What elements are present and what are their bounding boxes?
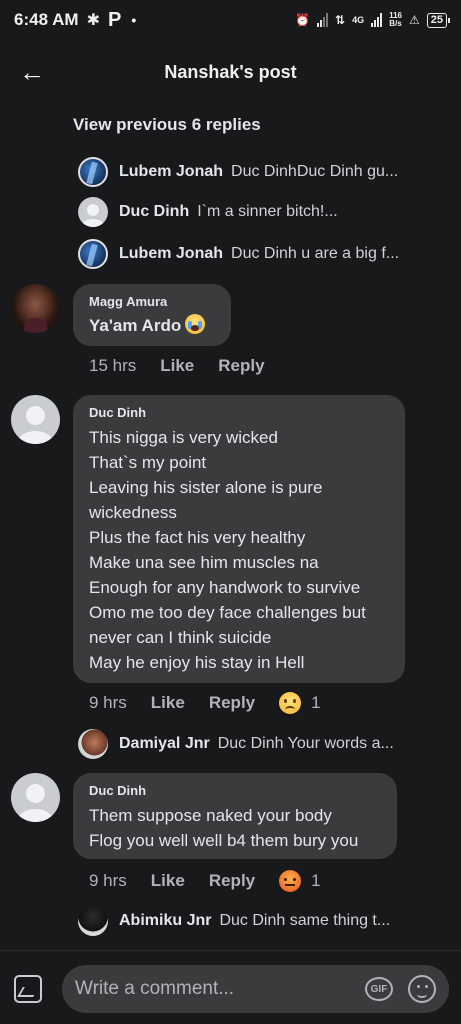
avatar[interactable]	[78, 239, 108, 269]
reply-preview[interactable]: Lubem Jonah Duc DinhDuc Dinh gu...	[78, 157, 448, 187]
comment-time: 9 hrs	[89, 693, 127, 712]
reply-preview[interactable]: Damiyal Jnr Duc Dinh Your words a...	[78, 729, 448, 759]
page-title: Nanshak's post	[164, 61, 297, 82]
signal-icon-2	[371, 13, 383, 27]
comment-actions: 9 hrs Like Reply 1	[89, 869, 321, 893]
reply-author[interactable]: Abimiku Jnr	[119, 912, 211, 930]
avatar[interactable]	[78, 906, 108, 936]
reply-snippet: I`m a sinner bitch!...	[197, 203, 338, 220]
crying-emoji-icon	[185, 314, 206, 334]
status-icons: ⏰ ⇅ 4G 116 B/s ⚠ 25	[295, 0, 451, 40]
back-arrow-icon[interactable]: ←	[16, 56, 48, 88]
reply-button[interactable]: Reply	[218, 356, 264, 376]
avatar[interactable]	[11, 395, 60, 444]
notification-dot: •	[131, 12, 137, 28]
net-speed-unit: B/s	[389, 19, 402, 28]
reaction-summary[interactable]: 1	[279, 692, 321, 714]
comment-composer: GIF	[0, 950, 461, 1024]
comment-author[interactable]: Duc Dinh	[89, 405, 389, 420]
avatar[interactable]	[78, 729, 108, 759]
comment-author[interactable]: Duc Dinh	[89, 783, 381, 798]
reply-button[interactable]: Reply	[209, 693, 255, 713]
gear-icon: ✱	[86, 12, 100, 29]
reaction-summary[interactable]: 1	[279, 870, 321, 892]
comment-bubble[interactable]: Magg Amura Ya'am Ardo	[73, 284, 231, 346]
battery-icon: 25	[426, 12, 451, 28]
parking-icon: P	[107, 8, 122, 31]
comment-time: 9 hrs	[89, 871, 127, 890]
reply-snippet: Duc Dinh Your words a...	[217, 735, 394, 752]
comment-bubble[interactable]: Duc Dinh Them suppose naked your body Fl…	[73, 773, 397, 859]
comment-author[interactable]: Magg Amura	[89, 294, 215, 309]
like-button[interactable]: Like	[151, 693, 185, 713]
avatar[interactable]	[78, 157, 108, 187]
reply-snippet: Duc DinhDuc Dinh gu...	[231, 163, 399, 180]
reaction-count: 1	[311, 871, 321, 890]
avatar[interactable]	[11, 284, 60, 333]
status-time: 6:48 AM	[14, 10, 79, 29]
reply-preview[interactable]: Duc Dinh I`m a sinner bitch!...	[78, 197, 448, 227]
battery-level: 25	[430, 13, 443, 26]
reply-author[interactable]: Lubem Jonah	[119, 163, 223, 181]
reply-snippet: Duc Dinh same thing t...	[219, 912, 391, 929]
reaction-count: 1	[311, 693, 321, 712]
comment-actions: 9 hrs Like Reply 1	[89, 691, 321, 715]
comment-time: 15 hrs	[89, 356, 137, 375]
view-previous-replies-link[interactable]: View previous 6 replies	[73, 115, 261, 135]
reply-author[interactable]: Damiyal Jnr	[119, 735, 210, 753]
header: ← Nanshak's post	[0, 48, 461, 96]
data-arrows-icon: ⇅	[335, 13, 346, 27]
like-button[interactable]: Like	[151, 871, 185, 891]
signal-icon	[317, 13, 328, 27]
status-bar: 6:48 AM ✱ P • ⏰ ⇅ 4G 116 B/s ⚠ 25	[0, 0, 461, 40]
photo-gallery-icon[interactable]	[14, 975, 42, 1003]
comment-text: This nigga is very wicked That`s my poin…	[89, 428, 366, 672]
reply-preview[interactable]: Abimiku Jnr Duc Dinh same thing t...	[78, 906, 448, 936]
avatar[interactable]	[11, 773, 60, 822]
reply-snippet: Duc Dinh u are a big f...	[231, 245, 400, 262]
net-speed: 116 B/s	[389, 12, 402, 28]
like-button[interactable]: Like	[160, 356, 194, 376]
reply-author[interactable]: Duc Dinh	[119, 203, 189, 221]
warning-icon: ⚠	[408, 13, 420, 27]
reply-preview[interactable]: Lubem Jonah Duc Dinh u are a big f...	[78, 239, 448, 269]
sad-reaction-icon	[279, 692, 302, 714]
alarm-icon: ⏰	[295, 13, 310, 27]
emoji-picker-icon[interactable]	[408, 975, 436, 1003]
comment-text: Them suppose naked your body Flog you we…	[89, 806, 359, 850]
reply-author[interactable]: Lubem Jonah	[119, 245, 223, 263]
comment-text: Ya'am Ardo	[89, 316, 182, 335]
avatar[interactable]	[78, 197, 108, 227]
reply-button[interactable]: Reply	[209, 871, 255, 891]
network-type: 4G	[352, 15, 365, 25]
comment-actions: 15 hrs Like Reply	[89, 354, 289, 378]
comment-text-wrap: Ya'am Ardo	[89, 314, 215, 337]
gif-button[interactable]: GIF	[365, 977, 393, 1001]
comment-bubble[interactable]: Duc Dinh This nigga is very wicked That`…	[73, 395, 405, 683]
angry-reaction-icon	[279, 870, 302, 892]
